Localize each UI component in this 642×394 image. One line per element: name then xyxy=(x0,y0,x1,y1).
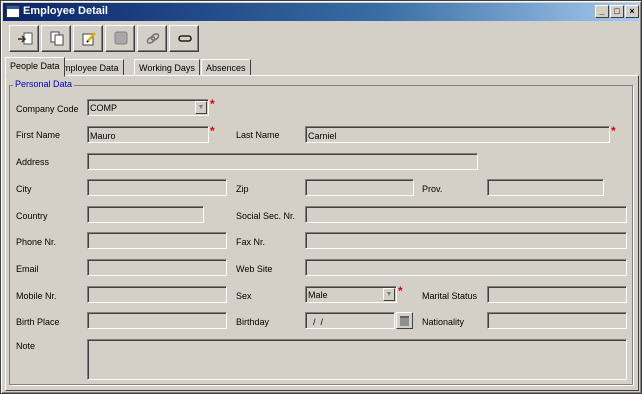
minimize-button[interactable]: _ xyxy=(595,5,609,18)
social-sec-label: Social Sec. Nr. xyxy=(236,211,296,221)
last-name-field[interactable] xyxy=(305,126,610,143)
sex-label: Sex xyxy=(236,291,252,301)
note-field[interactable] xyxy=(87,339,627,380)
company-code-select[interactable]: COMP ▼ xyxy=(87,99,209,116)
import-icon xyxy=(17,31,33,46)
required-marker: * xyxy=(210,97,215,111)
stop-icon xyxy=(113,31,129,46)
edit-icon xyxy=(81,31,97,46)
required-marker: * xyxy=(611,124,616,138)
note-label: Note xyxy=(16,341,36,351)
email-field[interactable] xyxy=(87,259,227,276)
company-code-label: Company Code xyxy=(16,104,79,114)
edit-button[interactable] xyxy=(73,25,103,52)
social-sec-field[interactable] xyxy=(305,206,627,223)
group-legend: Personal Data xyxy=(13,79,75,89)
first-name-field[interactable] xyxy=(87,126,209,143)
copy-icon xyxy=(49,31,65,46)
mobile-label: Mobile Nr. xyxy=(16,291,57,301)
website-field[interactable] xyxy=(305,259,627,276)
maximize-button[interactable]: □ xyxy=(610,5,624,18)
copy-button[interactable] xyxy=(41,25,71,52)
marital-status-label: Marital Status xyxy=(422,291,478,301)
sex-value: Male xyxy=(308,290,328,300)
city-field[interactable] xyxy=(87,179,227,196)
close-button[interactable]: × xyxy=(625,5,639,18)
tab-absences[interactable]: Absences xyxy=(201,59,251,76)
phone-label: Phone Nr. xyxy=(16,237,57,247)
link-icon xyxy=(145,31,161,46)
country-field[interactable] xyxy=(87,206,204,223)
website-label: Web Site xyxy=(236,264,273,274)
unlink-button[interactable] xyxy=(169,25,199,52)
nationality-label: Nationality xyxy=(422,317,465,327)
calendar-icon[interactable] xyxy=(396,312,413,329)
employee-detail-window: Employee Detail _ □ × People Data Employ… xyxy=(0,0,642,394)
email-label: Email xyxy=(16,264,39,274)
stop-button[interactable] xyxy=(105,25,135,52)
nationality-field[interactable] xyxy=(487,312,627,329)
tab-working-days[interactable]: Working Days xyxy=(134,59,200,76)
chevron-down-icon[interactable]: ▼ xyxy=(383,288,395,301)
fax-label: Fax Nr. xyxy=(236,237,266,247)
phone-field[interactable] xyxy=(87,232,227,249)
import-button[interactable] xyxy=(9,25,39,52)
chevron-down-icon[interactable]: ▼ xyxy=(195,101,207,114)
window-title: Employee Detail xyxy=(23,5,108,17)
address-field[interactable] xyxy=(87,153,478,170)
required-marker: * xyxy=(398,284,403,298)
marital-status-field[interactable] xyxy=(487,286,627,303)
country-label: Country xyxy=(16,211,48,221)
city-label: City xyxy=(16,184,32,194)
zip-field[interactable] xyxy=(305,179,414,196)
birth-place-label: Birth Place xyxy=(16,317,60,327)
zip-label: Zip xyxy=(236,184,249,194)
sex-select[interactable]: Male ▼ xyxy=(305,286,397,303)
last-name-label: Last Name xyxy=(236,130,280,140)
fax-field[interactable] xyxy=(305,232,627,249)
tab-people-data[interactable]: People Data xyxy=(5,57,65,77)
title-bar[interactable]: Employee Detail _ □ × xyxy=(3,3,639,21)
prov-label: Prov. xyxy=(422,184,443,194)
window-icon xyxy=(6,5,20,18)
link-button[interactable] xyxy=(137,25,167,52)
birth-place-field[interactable] xyxy=(87,312,227,329)
unlink-icon xyxy=(177,31,193,46)
company-code-value: COMP xyxy=(90,103,117,113)
birthday-label: Birthday xyxy=(236,317,270,327)
first-name-label: First Name xyxy=(16,130,61,140)
required-marker: * xyxy=(210,124,215,138)
prov-field[interactable] xyxy=(487,179,604,196)
mobile-field[interactable] xyxy=(87,286,227,303)
birthday-field[interactable] xyxy=(305,312,395,329)
address-label: Address xyxy=(16,157,50,167)
